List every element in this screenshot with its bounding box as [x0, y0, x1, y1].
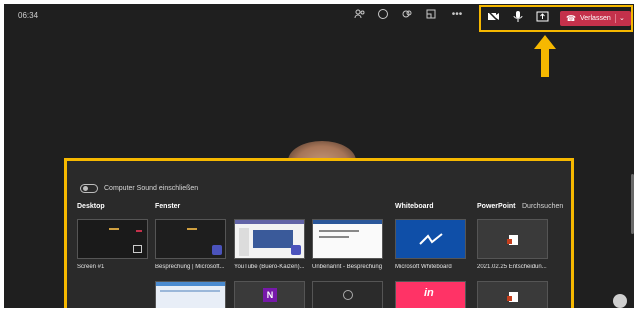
browse-button[interactable]: Durchsuchen	[522, 203, 563, 210]
reactions-icon[interactable]	[400, 8, 414, 22]
section-window: Fenster	[155, 203, 181, 210]
window-youtube-thumbnail[interactable]	[234, 219, 305, 259]
window-unnamed-thumbnail[interactable]	[312, 219, 383, 259]
powerpoint-file-thumbnail[interactable]	[477, 219, 548, 259]
share-content-panel: Computer Sound einschließen Desktop Fens…	[64, 158, 574, 308]
caption-unnamed: Unbenannt - Besprechung	[312, 264, 383, 270]
window-onenote-thumbnail[interactable]: N	[234, 281, 305, 308]
hang-up-icon: ☎	[566, 14, 576, 23]
chevron-down-icon[interactable]: ⌄	[619, 11, 625, 26]
caption-whiteboard: Microsoft Whiteboard	[395, 264, 452, 270]
leave-label: Verlassen	[580, 15, 611, 22]
computer-sound-toggle[interactable]	[80, 184, 98, 193]
caption-meeting: Besprechung | Microsoft...	[155, 264, 225, 270]
window-spreadsheet-thumbnail[interactable]	[155, 281, 226, 308]
pointer-arrow-icon	[534, 35, 556, 77]
section-whiteboard: Whiteboard	[395, 203, 434, 210]
chat-icon[interactable]	[376, 8, 390, 22]
user-avatar-icon[interactable]	[613, 294, 627, 308]
scrollbar[interactable]	[631, 174, 634, 234]
meeting-timer: 06:34	[18, 11, 39, 20]
window-app-thumbnail[interactable]	[312, 281, 383, 308]
powerpoint-file2-thumbnail[interactable]	[477, 281, 548, 308]
window-meeting-thumbnail[interactable]	[155, 219, 226, 259]
camera-off-icon[interactable]	[486, 10, 500, 25]
leave-button[interactable]: ☎ Verlassen ⌄	[560, 11, 631, 26]
more-actions-icon[interactable]: •••	[450, 8, 464, 22]
section-powerpoint: PowerPoint	[477, 203, 516, 210]
microphone-icon[interactable]	[511, 11, 525, 25]
caption-screen: Screen #1	[77, 264, 105, 270]
caption-pptfile: 2021.02.25 Entscheidun...	[477, 264, 547, 270]
computer-sound-label: Computer Sound einschließen	[104, 185, 199, 192]
desktop-screen-thumbnail[interactable]	[77, 219, 148, 259]
share-screen-icon[interactable]	[535, 11, 549, 25]
whiteboard-thumbnail[interactable]	[395, 219, 466, 259]
rooms-icon[interactable]	[424, 8, 438, 22]
whiteboard-invision-thumbnail[interactable]: in	[395, 281, 466, 308]
section-desktop: Desktop	[77, 203, 105, 210]
teams-meeting-window: 06:34 ••• ☎ Verlassen ⌄ Computer Sound e…	[4, 4, 634, 308]
caption-youtube: YouTube (Buero-Kaizen)...	[234, 264, 305, 270]
participants-icon[interactable]	[353, 8, 367, 22]
leave-divider	[615, 14, 616, 23]
